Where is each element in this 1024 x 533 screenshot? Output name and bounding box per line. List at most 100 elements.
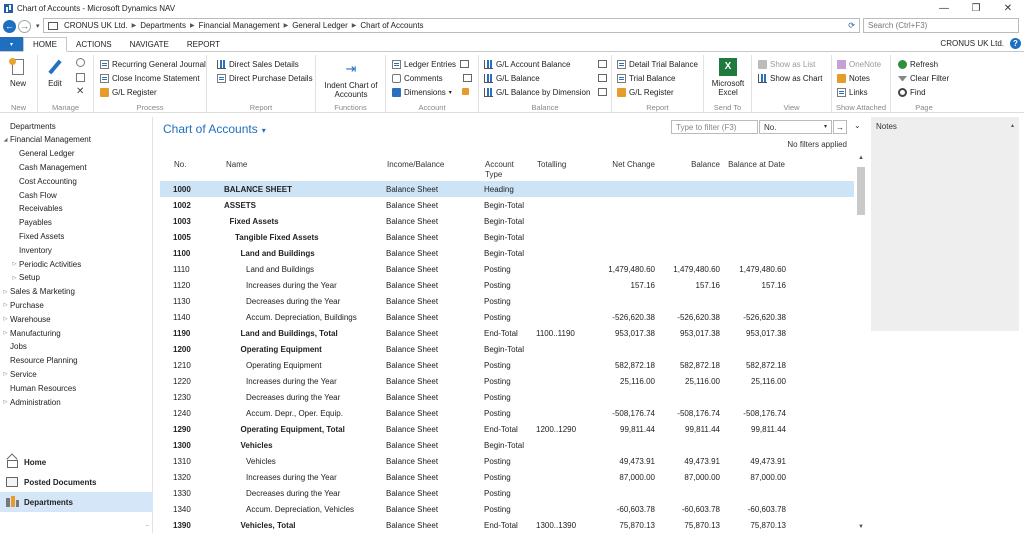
cell-name[interactable]: Accum. Depr., Oper. Equip. (246, 405, 406, 421)
history-dropdown-icon[interactable]: ▾ (36, 22, 40, 30)
sidebar-item-receivables[interactable]: Receivables (0, 202, 153, 216)
cell-no[interactable]: 1000 (173, 181, 213, 197)
cell-name[interactable]: Decreases during the Year (246, 293, 406, 309)
cell-name[interactable]: Vehicles, Total (241, 517, 401, 533)
table-row[interactable]: 1120 Increases during the Year Balance She… (160, 277, 854, 293)
cell-name[interactable]: Decreases during the Year (246, 485, 406, 501)
table-row[interactable]: 1005 Tangible Fixed Assets Balance Sheet Be… (160, 229, 854, 245)
cell-no[interactable]: 1005 (173, 229, 213, 245)
company-name[interactable]: CRONUS UK Ltd. (940, 39, 1004, 48)
collapsed-arrow-icon[interactable]: ▷ (10, 275, 19, 281)
ledger-entries-button[interactable]: Ledger Entries (392, 58, 472, 70)
collapsed-arrow-icon[interactable]: ▷ (10, 261, 19, 267)
table-row[interactable]: 1002 ASSETS Balance Sheet Begin-Total (160, 197, 854, 213)
forward-arrow-icon[interactable]: → (18, 19, 31, 33)
expanded-arrow-icon[interactable]: ◢ (1, 137, 10, 143)
page-title[interactable]: Chart of Accounts ▾ (163, 122, 266, 136)
cell-no[interactable]: 1230 (173, 389, 213, 405)
table-row[interactable]: 1240 Accum. Depr., Oper. Equip. Balance Sh… (160, 405, 854, 421)
statistics-icon[interactable] (463, 74, 472, 82)
gl-balance-by-dimension-button[interactable]: G/L Balance by Dimension (484, 86, 590, 98)
cell-name[interactable]: BALANCE SHEET (224, 181, 384, 197)
column-header-totalling[interactable]: Totalling (537, 160, 566, 170)
microsoft-excel-button[interactable]: X Microsoft Excel (708, 58, 748, 97)
table-row[interactable]: 1310 Vehicles Balance Sheet Posting 49,473.9… (160, 453, 854, 469)
table-row[interactable]: 1140 Accum. Depreciation, Buildings Balanc… (160, 309, 854, 325)
where-used-icon[interactable] (462, 88, 469, 95)
cell-name[interactable]: Operating Equipment (241, 341, 401, 357)
cell-name[interactable]: Accum. Depreciation, Buildings (246, 309, 406, 325)
chevron-down-icon[interactable]: ⌄ (854, 121, 861, 130)
sidebar-item-sales-marketing[interactable]: ▷ Sales & Marketing (0, 285, 153, 299)
onenote-button[interactable]: OneNote (837, 58, 881, 70)
show-as-list-button[interactable]: Show as List (758, 58, 815, 70)
table-row[interactable]: 1130 Decreases during the Year Balance She… (160, 293, 854, 309)
cell-no[interactable]: 1330 (173, 485, 213, 501)
pane-resize-handle-icon[interactable]: ⁼ (145, 523, 149, 531)
cell-name[interactable]: Land and Buildings (246, 261, 406, 277)
cell-name[interactable]: Land and Buildings, Total (241, 325, 401, 341)
sidebar-item-setup[interactable]: ▷ Setup (0, 271, 153, 285)
cell-no[interactable]: 1310 (173, 453, 213, 469)
collapse-notes-icon[interactable]: ▴ (1011, 122, 1014, 129)
direct-purchase-details-button[interactable]: Direct Purchase Details (217, 72, 313, 84)
tab-home[interactable]: HOME (23, 37, 67, 52)
cell-name[interactable]: Operating Equipment, Total (241, 421, 401, 437)
collapsed-arrow-icon[interactable]: ▷ (1, 302, 10, 308)
table-row[interactable]: 1110 Land and Buildings Balance Sheet Posti… (160, 261, 854, 277)
cell-no[interactable]: 1300 (173, 437, 213, 453)
table-row[interactable]: 1230 Decreases during the Year Balance She… (160, 389, 854, 405)
direct-sales-details-button[interactable]: Direct Sales Details (217, 58, 299, 70)
cell-no[interactable]: 1390 (173, 517, 213, 533)
new-button[interactable]: New (9, 58, 27, 88)
close-button[interactable]: ✕ (992, 0, 1024, 16)
gl-register-report-button[interactable]: G/L Register (617, 86, 674, 98)
column-header-no[interactable]: No. (174, 160, 186, 170)
sidebar-item-departments[interactable]: Departments (0, 119, 153, 133)
scroll-up-icon[interactable]: ▲ (856, 155, 866, 164)
detail-trial-balance-button[interactable]: Detail Trial Balance (617, 58, 698, 70)
collapsed-arrow-icon[interactable]: ▷ (1, 371, 10, 377)
cell-no[interactable]: 1190 (173, 325, 213, 341)
breadcrumb-chart-of-accounts[interactable]: Chart of Accounts (360, 21, 423, 30)
cell-name[interactable]: Accum. Depreciation, Vehicles (246, 501, 406, 517)
collapsed-arrow-icon[interactable]: ▷ (1, 330, 10, 336)
table-row[interactable]: 1000 BALANCE SHEET Balance Sheet Heading (160, 181, 854, 197)
delete-icon[interactable]: ✕ (76, 87, 85, 97)
column-header-net-change[interactable]: Net Change (603, 160, 655, 170)
sidebar-item-warehouse[interactable]: ▷ Warehouse (0, 312, 153, 326)
budget-icon[interactable] (598, 60, 607, 68)
cell-no[interactable]: 1220 (173, 373, 213, 389)
filter-field-select[interactable]: No. ▾ (759, 120, 832, 134)
maximize-button[interactable]: ❐ (960, 0, 992, 16)
column-header-balance[interactable]: Balance (673, 160, 720, 170)
cell-name[interactable]: ASSETS (224, 197, 384, 213)
indent-chart-of-accounts-button[interactable]: ⇥ Indent Chart of Accounts (320, 60, 382, 99)
gl-register-button[interactable]: G/L Register (100, 86, 157, 98)
table-row[interactable]: 1003 Fixed Assets Balance Sheet Begin-Total (160, 213, 854, 229)
cell-no[interactable]: 1140 (173, 309, 213, 325)
cell-no[interactable]: 1130 (173, 293, 213, 309)
table-row[interactable]: 1200 Operating Equipment Balance Sheet Begi… (160, 341, 854, 357)
cell-no[interactable]: 1002 (173, 197, 213, 213)
cell-name[interactable]: Increases during the Year (246, 469, 406, 485)
table-row[interactable]: 1220 Increases during the Year Balance She… (160, 373, 854, 389)
view-icon[interactable] (76, 58, 85, 67)
help-icon[interactable]: ? (1010, 38, 1021, 49)
breadcrumb-financial-management[interactable]: Financial Management (199, 21, 280, 30)
tab-report[interactable]: REPORT (178, 37, 229, 51)
breadcrumb-departments[interactable]: Departments (140, 21, 186, 30)
comments-button[interactable]: Comments (392, 72, 443, 84)
column-header-income-balance[interactable]: Income/Balance (387, 160, 444, 170)
scroll-thumb[interactable] (857, 167, 865, 215)
column-header-balance-at-date[interactable]: Balance at Date (725, 160, 785, 170)
filter-input[interactable]: Type to filter (F3) (671, 120, 758, 134)
cell-name[interactable]: Decreases during the Year (246, 389, 406, 405)
vertical-scrollbar[interactable]: ▲ ▼ (856, 155, 866, 533)
back-arrow-icon[interactable]: ← (3, 19, 16, 33)
dimensions-button[interactable]: Dimensions ▾ (392, 86, 452, 98)
sidebar-item-service[interactable]: ▷ Service (0, 367, 153, 381)
sidebar-item-administration[interactable]: ▷ Administration (0, 395, 153, 409)
refresh-icon[interactable]: ⟳ (848, 21, 855, 30)
show-as-chart-button[interactable]: Show as Chart (758, 72, 822, 84)
